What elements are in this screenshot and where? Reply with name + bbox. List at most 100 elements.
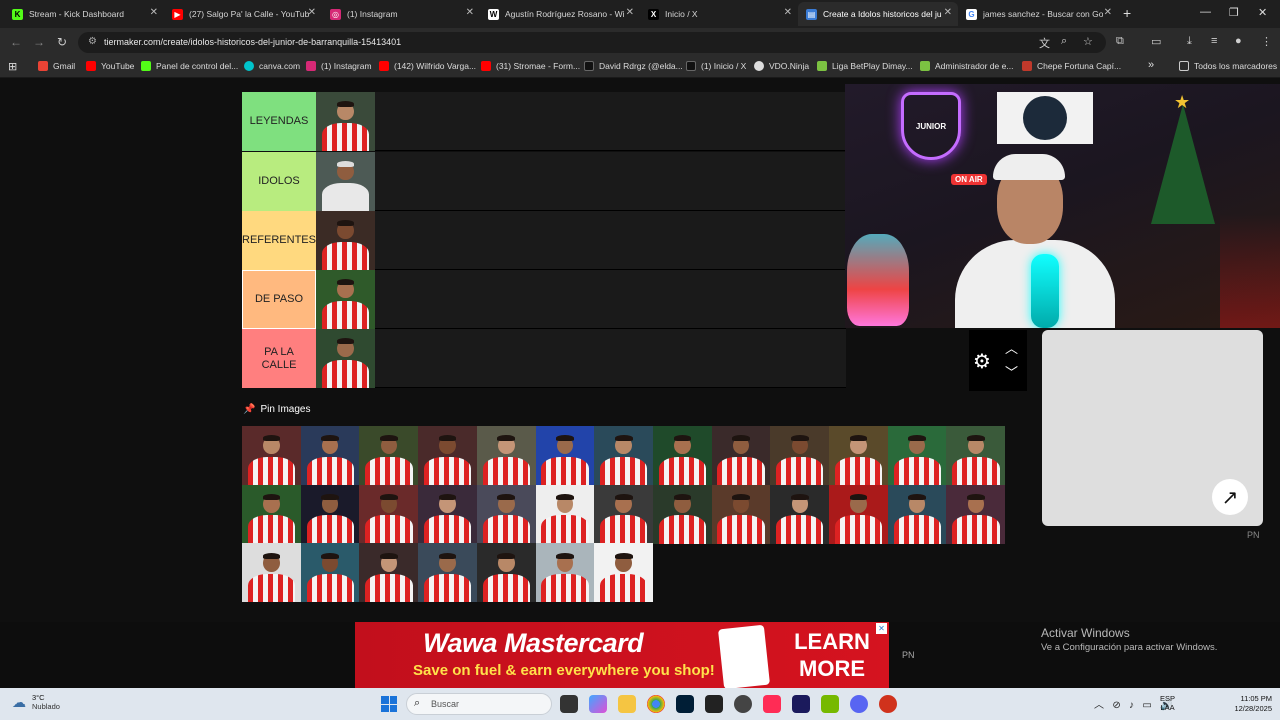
pool-player-image[interactable] [711, 426, 771, 485]
pool-player-image[interactable] [418, 426, 478, 485]
pool-player-image[interactable] [535, 484, 595, 544]
bookmark-star-icon[interactable]: ☆ [1083, 35, 1093, 48]
extensions-icon[interactable]: ⧉ [1116, 35, 1124, 48]
pool-player-image[interactable] [418, 543, 478, 603]
tier-label[interactable]: DE PASO [242, 270, 316, 329]
profile-icon[interactable]: ● [1235, 35, 1242, 47]
chevron-up-icon[interactable]: ︿ [1005, 338, 1018, 357]
sidepanel-icon[interactable]: ▭ [1151, 35, 1161, 48]
minimize-icon[interactable]: — [1200, 6, 1211, 18]
reload-icon[interactable]: ↻ [57, 35, 67, 49]
bookmark-youtube[interactable]: YouTube [86, 61, 134, 71]
restore-icon[interactable]: ❐ [1229, 6, 1239, 19]
windows-start-icon[interactable] [381, 696, 397, 712]
file-explorer-icon[interactable] [618, 695, 636, 713]
pool-player-image[interactable] [359, 484, 419, 544]
close-icon[interactable]: ✕ [150, 7, 158, 18]
close-icon[interactable]: ✕ [466, 7, 474, 18]
pool-player-image[interactable] [887, 426, 947, 485]
tab-google[interactable]: G james sanchez - Buscar con Go ✕ [958, 2, 1118, 26]
pool-player-image[interactable] [946, 484, 1006, 544]
close-icon[interactable]: ✕ [626, 7, 634, 18]
tier-row-idolos[interactable]: IDOLOS [242, 152, 846, 211]
tier-row-referentes[interactable]: REFERENTES [242, 211, 846, 270]
tab-wikipedia[interactable]: W Agustín Rodríguez Rosano - Wi ✕ [480, 2, 640, 26]
weather-widget[interactable]: ☁ 3°C Nublado [12, 693, 60, 711]
pool-player-image[interactable] [594, 426, 654, 485]
apps-icon[interactable]: ⊞ [8, 60, 17, 73]
pool-player-image[interactable] [887, 484, 947, 544]
ad-choices-icon[interactable]: ✕ [876, 623, 887, 634]
pool-player-image[interactable] [476, 426, 536, 485]
close-icon[interactable]: ✕ [944, 7, 952, 18]
media-icon[interactable]: ≡ [1211, 35, 1217, 47]
pool-player-image[interactable] [359, 543, 419, 603]
pin-images-toggle[interactable]: 📌 Pin Images [243, 404, 310, 415]
tier-label[interactable]: PA LA CALLE [242, 329, 316, 388]
pool-player-image[interactable] [418, 484, 478, 544]
expand-arrow-icon[interactable]: ↗ [1212, 479, 1248, 515]
bookmark-chepe[interactable]: Chepe Fortuna Capí... [1022, 61, 1121, 71]
player-image[interactable] [316, 92, 375, 151]
pool-player-image[interactable] [829, 484, 888, 544]
aftereffects-icon[interactable] [792, 695, 810, 713]
gear-icon[interactable]: ⚙ [973, 349, 991, 374]
zoom-icon[interactable]: ⌕ [1061, 35, 1067, 48]
pool-player-image[interactable] [535, 543, 595, 603]
tab-tiermaker[interactable]: ▤ Create a Idolos historicos del ju ✕ [798, 2, 958, 26]
language-indicator[interactable]: ESP LAA [1160, 694, 1175, 712]
close-window-icon[interactable]: ✕ [1258, 6, 1267, 19]
taskbar-search[interactable]: ⌕ Buscar [406, 693, 552, 715]
tab-instagram[interactable]: ◎ (1) Instagram ✕ [322, 2, 480, 26]
address-bar[interactable]: ⚙ tiermaker.com/create/idolos-historicos… [78, 32, 1106, 53]
player-image[interactable] [316, 270, 375, 329]
pool-player-image[interactable] [300, 426, 360, 485]
clock[interactable]: 11:05 PM 12/28/2025 [1224, 694, 1272, 714]
chevron-down-icon[interactable]: ﹀ [1005, 362, 1018, 381]
pool-player-image[interactable] [359, 426, 419, 485]
bookmark-gmail[interactable]: Gmail [38, 61, 75, 71]
stream-icon[interactable] [734, 695, 752, 713]
close-icon[interactable]: ✕ [308, 7, 316, 18]
close-icon[interactable]: ✕ [784, 7, 792, 18]
pool-player-image[interactable] [946, 426, 1006, 485]
pool-player-image[interactable] [476, 484, 536, 544]
bookmarks-overflow-icon[interactable]: » [1148, 59, 1154, 71]
tier-label[interactable]: LEYENDAS [242, 92, 316, 151]
tiktok-icon[interactable] [763, 695, 781, 713]
tab-x[interactable]: X Inicio / X ✕ [640, 2, 798, 26]
tier-row-pa-la-calle[interactable]: PA LA CALLE [242, 329, 846, 388]
tab-youtube[interactable]: ▶ (27) Salgo Pa' la Calle - YouTube ✕ [164, 2, 322, 26]
pool-player-image[interactable] [535, 426, 595, 485]
pool-player-image[interactable] [711, 484, 771, 544]
pool-player-image[interactable] [652, 484, 712, 544]
bookmark-instagram[interactable]: (1) Instagram [306, 61, 372, 71]
player-image[interactable] [316, 329, 375, 388]
obs-icon[interactable] [705, 695, 723, 713]
back-icon[interactable]: ← [10, 35, 22, 49]
translate-icon[interactable]: 文 [1039, 35, 1050, 51]
task-view-icon[interactable] [560, 695, 578, 713]
pool-player-image[interactable] [242, 426, 301, 485]
all-bookmarks[interactable]: Todos los marcadores [1179, 61, 1277, 71]
pool-player-image[interactable] [242, 543, 301, 603]
pool-player-image[interactable] [652, 426, 712, 485]
bookmark-wilfrido[interactable]: (142) Wilfrido Varga... [379, 61, 476, 71]
bookmark-tiktok[interactable]: David Rdrgz (@elda... [584, 61, 683, 71]
photoshop-icon[interactable] [676, 695, 694, 713]
pool-player-image[interactable] [242, 484, 301, 544]
bookmark-canva[interactable]: canva.com [244, 61, 300, 71]
pool-player-image[interactable] [476, 543, 536, 603]
close-icon[interactable]: ✕ [1104, 7, 1112, 18]
bookmark-x[interactable]: (1) Inicio / X [686, 61, 746, 71]
player-image[interactable] [316, 211, 375, 270]
tier-label[interactable]: IDOLOS [242, 152, 316, 211]
pool-player-image[interactable] [770, 426, 830, 485]
tier-label[interactable]: REFERENTES [242, 211, 316, 270]
pool-player-image[interactable] [300, 484, 360, 544]
new-tab-button[interactable]: + [1123, 5, 1131, 21]
discord-icon[interactable] [850, 695, 868, 713]
pool-player-image[interactable] [594, 484, 654, 544]
bookmark-betplay[interactable]: Liga BetPlay Dimay... [817, 61, 913, 71]
pool-player-image[interactable] [300, 543, 360, 603]
